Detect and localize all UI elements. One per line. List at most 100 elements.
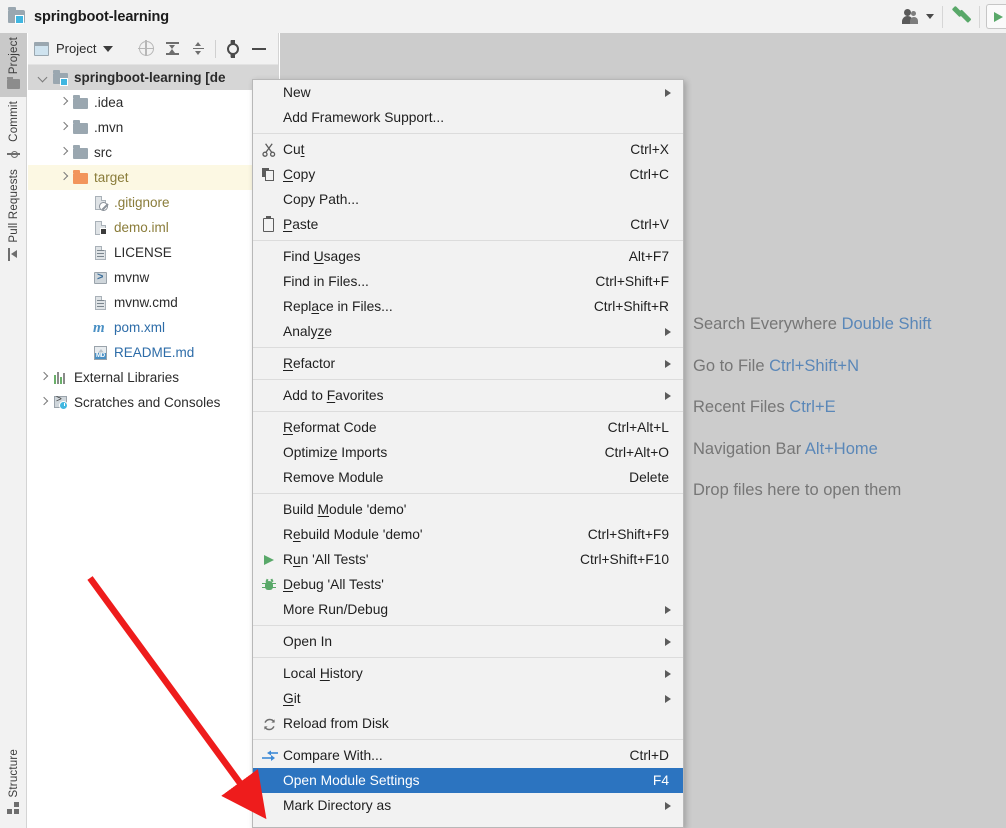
menu-icon-slot	[259, 527, 283, 543]
menu-separator	[253, 493, 683, 494]
run-icon[interactable]	[986, 4, 1006, 29]
tree-node[interactable]: .mvn	[28, 115, 278, 140]
menu-item-cut[interactable]: Cut Ctrl+X	[253, 137, 683, 162]
stripe-button-project[interactable]: Project	[0, 33, 27, 98]
tree-node-label: .mvn	[94, 120, 124, 135]
menu-item-copy[interactable]: Copy Ctrl+C	[253, 162, 683, 187]
chevron-right-icon[interactable]	[56, 145, 72, 161]
menu-item-label: Git	[283, 691, 301, 706]
run-icon	[259, 552, 283, 568]
menu-icon-slot	[259, 420, 283, 436]
folder-icon	[72, 120, 89, 136]
menu-item-refactor[interactable]: Refactor	[253, 351, 683, 376]
menu-item-shortcut: Delete	[629, 470, 669, 485]
menu-icon-slot	[259, 666, 283, 682]
menu-item-git[interactable]: Git	[253, 686, 683, 711]
menu-item-copy-path[interactable]: Copy Path...	[253, 187, 683, 212]
chevron-right-icon[interactable]	[56, 120, 72, 136]
menu-item-optimize-imports[interactable]: Optimize Imports Ctrl+Alt+O	[253, 440, 683, 465]
expand-all-icon[interactable]	[159, 36, 185, 62]
menu-icon-slot	[259, 324, 283, 340]
menu-item-run-all-tests[interactable]: Run 'All Tests' Ctrl+Shift+F10	[253, 547, 683, 572]
tree-node[interactable]: .idea	[28, 90, 278, 115]
menu-item-open-in[interactable]: Open In	[253, 629, 683, 654]
menu-icon-slot	[259, 798, 283, 814]
menu-item-label: Compare With...	[283, 748, 383, 763]
chevron-right-icon	[665, 359, 671, 368]
text-file-icon	[92, 245, 109, 261]
menu-item-label: Copy	[283, 167, 316, 182]
tree-node[interactable]: mvnw.cmd	[28, 290, 278, 315]
menu-separator	[253, 379, 683, 380]
project-tree[interactable]: springboot-learning [de .idea .mvn src targe…	[28, 65, 278, 415]
tree-node[interactable]: MD README.md	[28, 340, 278, 365]
chevron-right-icon[interactable]	[36, 395, 52, 411]
menu-separator	[253, 625, 683, 626]
tree-node-label: External Libraries	[74, 370, 180, 385]
chevron-down-icon[interactable]	[103, 45, 114, 52]
idea-window: springboot-learning Project Commit Pull Re…	[0, 0, 1006, 828]
menu-item-analyze[interactable]: Analyze	[253, 319, 683, 344]
stripe-button-commit[interactable]: Commit	[0, 97, 27, 165]
tree-node[interactable]: Scratches and Consoles	[28, 390, 278, 415]
chevron-down-icon[interactable]	[36, 70, 52, 86]
menu-item-mark-directory-as[interactable]: Mark Directory as	[253, 793, 683, 818]
context-menu[interactable]: New Add Framework Support... Cut Ctrl+X Copy…	[252, 79, 684, 828]
project-panel-header: Project	[28, 33, 278, 65]
tree-node[interactable]: LICENSE	[28, 240, 278, 265]
hint-text: Navigation Bar	[693, 439, 805, 458]
hide-icon[interactable]	[246, 36, 272, 62]
menu-item-remove-module[interactable]: Remove Module Delete	[253, 465, 683, 490]
tree-node[interactable]: demo.iml	[28, 215, 278, 240]
menu-item-compare-with[interactable]: Compare With... Ctrl+D	[253, 743, 683, 768]
select-opened-file-icon[interactable]	[133, 36, 159, 62]
collapse-all-icon[interactable]	[185, 36, 211, 62]
menu-item-reload-from-disk[interactable]: Reload from Disk	[253, 711, 683, 736]
menu-item-shortcut: Ctrl+Alt+O	[604, 445, 669, 460]
tree-node[interactable]: m pom.xml	[28, 315, 278, 340]
chevron-right-icon[interactable]	[56, 170, 72, 186]
menu-separator	[253, 347, 683, 348]
menu-item-find-usages[interactable]: Find Usages Alt+F7	[253, 244, 683, 269]
tree-node[interactable]: springboot-learning [de	[28, 65, 278, 90]
module-folder-icon	[52, 70, 69, 86]
hint-shortcut: Double Shift	[841, 315, 932, 333]
ignored-file-icon	[92, 195, 109, 211]
tree-node[interactable]: src	[28, 140, 278, 165]
chevron-right-icon	[665, 694, 671, 703]
menu-item-build-module-demo[interactable]: Build Module 'demo'	[253, 497, 683, 522]
menu-item-more-run-debug[interactable]: More Run/Debug	[253, 597, 683, 622]
tree-node[interactable]: target	[28, 165, 278, 190]
menu-item-local-history[interactable]: Local History	[253, 661, 683, 686]
scissors-icon	[259, 142, 283, 158]
menu-item-label: Rebuild Module 'demo'	[283, 527, 423, 542]
menu-item-add-framework-support[interactable]: Add Framework Support...	[253, 105, 683, 130]
menu-item-open-module-settings[interactable]: Open Module Settings F4	[253, 768, 683, 793]
menu-item-replace-in-files[interactable]: Replace in Files... Ctrl+Shift+R	[253, 294, 683, 319]
stripe-button-structure[interactable]: Structure	[0, 745, 27, 820]
tree-node-label: demo.iml	[114, 220, 169, 235]
menu-item-rebuild-module-demo[interactable]: Rebuild Module 'demo' Ctrl+Shift+F9	[253, 522, 683, 547]
menu-item-find-in-files[interactable]: Find in Files... Ctrl+Shift+F	[253, 269, 683, 294]
menu-item-debug-all-tests[interactable]: Debug 'All Tests'	[253, 572, 683, 597]
tree-node[interactable]: .gitignore	[28, 190, 278, 215]
menu-item-add-to-favorites[interactable]: Add to Favorites	[253, 383, 683, 408]
tree-node[interactable]: mvnw	[28, 265, 278, 290]
menu-item-paste[interactable]: Paste Ctrl+V	[253, 212, 683, 237]
scratches-icon	[52, 394, 69, 411]
gear-icon[interactable]	[220, 36, 246, 62]
build-hammer-icon[interactable]	[951, 5, 973, 28]
chevron-right-icon[interactable]	[36, 370, 52, 386]
menu-item-new[interactable]: New	[253, 80, 683, 105]
menu-item-label: Find in Files...	[283, 274, 369, 289]
tree-node[interactable]: External Libraries	[28, 365, 278, 390]
debug-icon	[259, 577, 283, 593]
user-avatar-button[interactable]	[902, 8, 934, 25]
chevron-right-icon[interactable]	[56, 95, 72, 111]
maven-pom-icon: m	[93, 319, 105, 336]
stripe-button-pull-requests[interactable]: Pull Requests	[0, 165, 27, 266]
shell-script-icon	[92, 270, 109, 286]
menu-item-reformat-code[interactable]: Reformat Code Ctrl+Alt+L	[253, 415, 683, 440]
